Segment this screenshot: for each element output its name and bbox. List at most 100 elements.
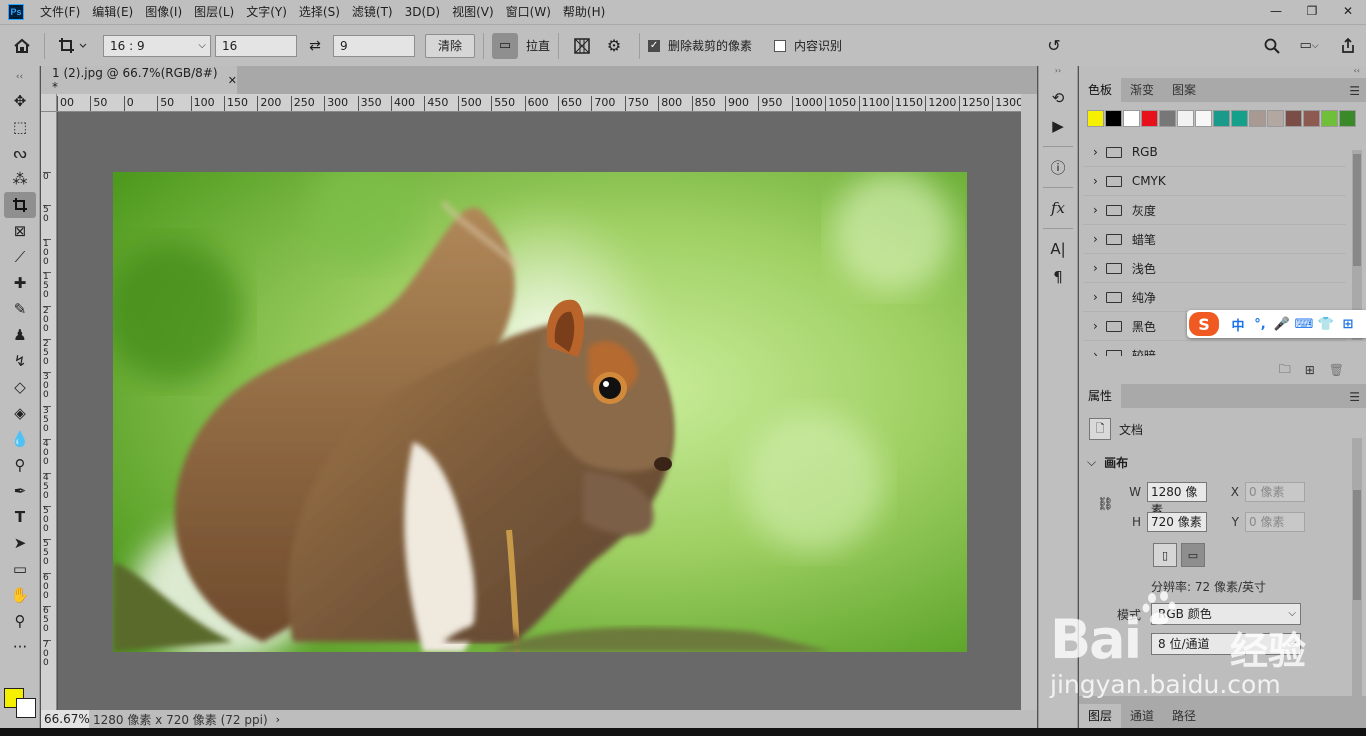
content-aware-checkbox[interactable]: 内容识别 — [774, 37, 842, 54]
delete-cropped-checkbox[interactable]: ✓ 删除裁剪的像素 — [648, 37, 752, 54]
history-brush-tool-icon[interactable]: ↯ — [0, 348, 40, 374]
menu-item[interactable]: 3D(D) — [399, 0, 446, 24]
tab-paths[interactable]: 路径 — [1163, 704, 1205, 728]
chevron-right-icon[interactable]: › — [1093, 203, 1098, 217]
color-swatch[interactable] — [1087, 110, 1104, 127]
blur-tool-icon[interactable]: 💧 — [0, 426, 40, 452]
menu-item[interactable]: 图层(L) — [188, 0, 240, 24]
color-swatch[interactable] — [1159, 110, 1176, 127]
magic-wand-tool-icon[interactable]: ⁂ — [0, 166, 40, 192]
panel-collapse-handle[interactable]: ‹‹ — [0, 66, 39, 88]
color-swatch[interactable] — [1321, 110, 1338, 127]
color-swatch[interactable] — [1213, 110, 1230, 127]
menu-item[interactable]: 图像(I) — [139, 0, 188, 24]
swatch-folder[interactable]: › RGB — [1083, 138, 1346, 167]
paragraph-panel-icon[interactable]: ¶ — [1039, 263, 1077, 291]
new-group-icon[interactable]: 🗀 — [1279, 360, 1291, 381]
clone-stamp-tool-icon[interactable]: ♟ — [0, 322, 40, 348]
portrait-icon[interactable]: ▯ — [1153, 543, 1177, 567]
document-image[interactable] — [113, 172, 967, 652]
history-panel-icon[interactable]: ⟲ — [1039, 84, 1077, 112]
healing-brush-tool-icon[interactable]: ✚ — [0, 270, 40, 296]
dock-collapse-handle[interactable]: ›› — [1039, 66, 1077, 78]
info-panel-icon[interactable]: ⓘ — [1039, 153, 1077, 181]
properties-scrollbar[interactable] — [1352, 438, 1362, 720]
actions-panel-icon[interactable]: ▶ — [1039, 112, 1077, 140]
gear-icon[interactable]: ⚙ — [597, 36, 631, 55]
paint-bucket-tool-icon[interactable]: ◈ — [0, 400, 40, 426]
menu-item[interactable]: 编辑(E) — [86, 0, 139, 24]
swatch-folder[interactable]: › 较暗 — [1083, 341, 1346, 356]
swatch-folder[interactable]: › 蜡笔 — [1083, 225, 1346, 254]
ratio-height-input[interactable]: 9 — [333, 34, 415, 57]
marquee-tool-icon[interactable]: ⬚ — [0, 114, 40, 140]
path-selection-tool-icon[interactable]: ➤ — [0, 530, 40, 556]
ime-logo[interactable]: S — [1189, 312, 1219, 336]
chevron-right-icon[interactable]: › — [276, 713, 280, 726]
restore-button[interactable]: ❐ — [1294, 0, 1330, 22]
menu-item[interactable]: 文字(Y) — [240, 0, 293, 24]
swatch-folder[interactable]: › 灰度 — [1083, 196, 1346, 225]
color-swatch[interactable] — [1195, 110, 1212, 127]
more-tools-icon[interactable]: ··· — [0, 634, 40, 660]
crop-tool-preset-icon[interactable] — [53, 37, 93, 55]
menu-item[interactable]: 选择(S) — [293, 0, 346, 24]
home-icon[interactable] — [0, 38, 44, 54]
color-swatch[interactable] — [1105, 110, 1122, 127]
color-swatch[interactable] — [1285, 110, 1302, 127]
chevron-right-icon[interactable]: › — [1093, 174, 1098, 188]
menu-item[interactable]: 视图(V) — [446, 0, 500, 24]
tab-patterns[interactable]: 图案 — [1163, 78, 1205, 102]
canvas-height-input[interactable]: 720 像素 — [1147, 512, 1207, 532]
type-tool-icon[interactable]: T — [0, 504, 40, 530]
swatch-folder[interactable]: › 纯净 — [1083, 283, 1346, 312]
close-tab-icon[interactable]: ✕ — [228, 74, 237, 87]
chevron-right-icon[interactable]: › — [1093, 348, 1098, 356]
depth-select[interactable]: 8 位/通道 ⌵ — [1151, 633, 1301, 655]
pen-tool-icon[interactable]: ✒ — [0, 478, 40, 504]
eraser-tool-icon[interactable]: ◇ — [0, 374, 40, 400]
tab-properties[interactable]: 属性 — [1079, 384, 1122, 408]
color-swatch[interactable] — [1303, 110, 1320, 127]
panel-collapse-handle[interactable]: ‹‹ — [1079, 66, 1366, 78]
tab-channels[interactable]: 通道 — [1121, 704, 1163, 728]
swatch-folder[interactable]: › CMYK — [1083, 167, 1346, 196]
chevron-right-icon[interactable]: › — [1093, 261, 1098, 275]
close-button[interactable]: ✕ — [1330, 0, 1366, 22]
mode-select[interactable]: RGB 颜色 ⌵ — [1151, 603, 1302, 625]
color-swatch[interactable] — [1339, 110, 1356, 127]
ruler-origin[interactable] — [41, 94, 57, 112]
swatch-folder[interactable]: › 浅色 — [1083, 254, 1346, 283]
straighten-icon[interactable]: ▭ — [492, 32, 519, 59]
crop-tool-icon[interactable] — [4, 192, 36, 218]
chevron-right-icon[interactable]: › — [1093, 290, 1098, 304]
color-swatch[interactable] — [1231, 110, 1248, 127]
tab-layers[interactable]: 图层 — [1079, 704, 1122, 728]
overlay-grid-icon[interactable] — [567, 37, 597, 55]
share-icon[interactable] — [1336, 37, 1360, 54]
move-tool-icon[interactable]: ✥ — [0, 88, 40, 114]
keyboard-icon[interactable]: ⌨ — [1293, 317, 1315, 332]
horizontal-ruler[interactable]: 00 50 0 50 100 150 200 250 300 350 400 450 500 550 600… — [57, 94, 1021, 112]
dodge-tool-icon[interactable]: ⚲ — [0, 452, 40, 478]
canvas-vertical-scrollbar[interactable] — [1021, 94, 1037, 710]
chevron-right-icon[interactable]: › — [1093, 145, 1098, 159]
toolbox-icon[interactable]: ⊞ — [1337, 317, 1359, 332]
chevron-right-icon[interactable]: › — [1093, 232, 1098, 246]
punctuation-icon[interactable]: °, — [1249, 317, 1271, 332]
menu-item[interactable]: 窗口(W) — [500, 0, 557, 24]
minimize-button[interactable]: — — [1258, 0, 1294, 22]
clear-button[interactable]: 清除 — [425, 33, 476, 58]
landscape-icon[interactable]: ▭ — [1181, 543, 1205, 567]
menu-item[interactable]: 滤镜(T) — [346, 0, 399, 24]
lasso-tool-icon[interactable]: ᔓ — [0, 140, 40, 166]
tab-swatches[interactable]: 色板 — [1079, 78, 1122, 102]
swap-ratio-icon[interactable]: ⇄ — [297, 38, 333, 54]
chevron-right-icon[interactable]: › — [1093, 319, 1098, 333]
workspace-icon[interactable]: ▭ ⌵ — [1292, 38, 1326, 53]
color-swatch[interactable] — [1177, 110, 1194, 127]
color-swatch[interactable] — [1123, 110, 1140, 127]
brush-tool-icon[interactable]: ✎ — [0, 296, 40, 322]
ime-language-toggle[interactable]: 中 — [1227, 315, 1249, 334]
menu-item[interactable]: 帮助(H) — [557, 0, 611, 24]
